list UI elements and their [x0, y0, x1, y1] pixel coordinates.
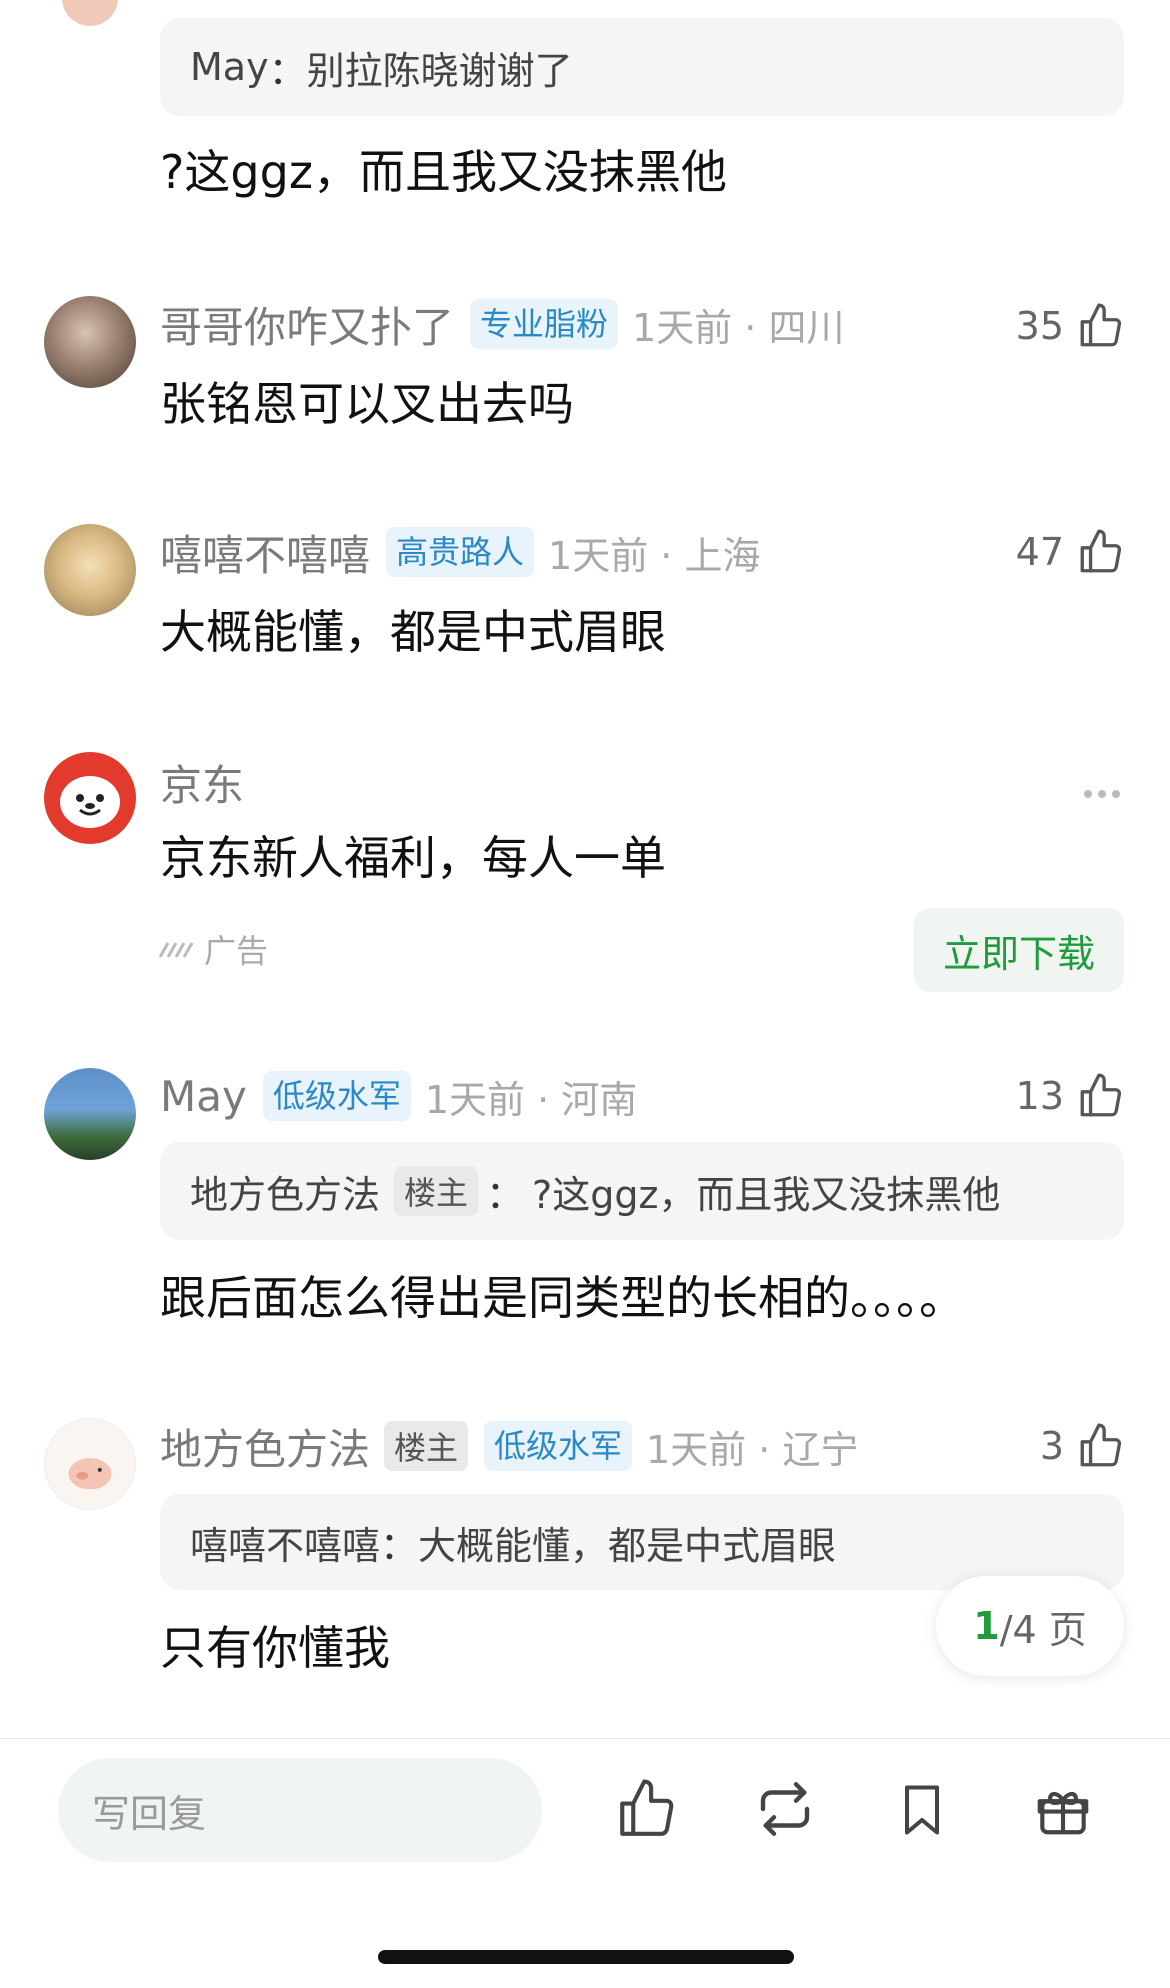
advertiser-name[interactable]: 京东: [160, 752, 244, 813]
comment-header: 嘻嘻不嘻嘻 高贵路人 1天前 · 上海: [160, 522, 760, 582]
comment-header: 哥哥你咋又扑了 专业脂粉 1天前 · 四川: [160, 294, 844, 354]
comment-text: ?这ggz，而且我又没抹黑他: [160, 145, 727, 199]
reply-placeholder: 写回复: [92, 1791, 207, 1836]
thumb-up-icon[interactable]: [1076, 301, 1126, 351]
quoted-text: 大概能懂，都是中式眉眼: [418, 1523, 837, 1568]
quoted-text: ?这ggz，而且我又没抹黑他: [532, 1172, 1001, 1217]
avatar[interactable]: [44, 1068, 136, 1160]
ad-logo-icon: [158, 942, 194, 958]
quoted-user[interactable]: May: [190, 45, 269, 89]
avatar[interactable]: [44, 296, 136, 388]
like-button[interactable]: 3: [1040, 1416, 1126, 1476]
comment-header: 地方色方法 楼主 低级水军 1天前 · 辽宁: [160, 1416, 858, 1476]
comment-header: May 低级水军 1天前 · 河南: [160, 1066, 637, 1126]
quote-separator: ：: [486, 1172, 525, 1217]
timestamp-location: 1天前 · 四川: [632, 305, 845, 350]
quoted-reply[interactable]: May ： 别拉陈晓谢谢了: [160, 18, 1124, 116]
comment-text: 大概能懂，都是中式眉眼: [160, 605, 666, 659]
jd-mascot-icon: [60, 776, 120, 828]
username[interactable]: 地方色方法: [160, 1416, 370, 1477]
comment-text: 只有你懂我: [160, 1621, 390, 1675]
like-button[interactable]: 13: [1016, 1066, 1126, 1126]
bookmark-icon[interactable]: [892, 1780, 952, 1840]
comment-text: 跟后面怎么得出是同类型的长相的。。。。: [160, 1271, 965, 1325]
like-count: 47: [1015, 530, 1064, 574]
timestamp-location: 1天前 · 河南: [424, 1077, 638, 1122]
fan-badge: 高贵路人: [386, 527, 535, 577]
like-count: 13: [1015, 1074, 1064, 1118]
comment-text: 张铭恩可以叉出去吗: [160, 377, 574, 431]
quoted-user[interactable]: 嘻嘻不嘻嘻: [190, 1515, 380, 1570]
quoted-text: 别拉陈晓谢谢了: [306, 48, 573, 93]
ad-text[interactable]: 京东新人福利，每人一单: [160, 822, 666, 888]
quoted-reply[interactable]: 地方色方法 楼主 ： ?这ggz，而且我又没抹黑他: [160, 1142, 1124, 1240]
repost-icon[interactable]: [752, 1776, 818, 1842]
download-button[interactable]: 立即下载: [914, 908, 1124, 992]
thumb-up-icon[interactable]: [614, 1776, 680, 1842]
fan-badge: 低级水军: [484, 1421, 633, 1471]
thumb-up-icon[interactable]: [1076, 527, 1126, 577]
quote-separator: ：: [268, 48, 307, 93]
timestamp-location: 1天前 · 辽宁: [646, 1427, 859, 1472]
reply-input[interactable]: 写回复: [58, 1758, 542, 1862]
divider: [0, 1738, 1170, 1739]
avatar-partial[interactable]: [62, 0, 118, 26]
quote-separator: ：: [380, 1523, 419, 1568]
current-page: 1: [973, 1604, 1000, 1648]
total-pages: /4 页: [999, 1607, 1087, 1652]
username[interactable]: 哥哥你咋又扑了: [160, 294, 454, 355]
timestamp-location: 1天前 · 上海: [548, 533, 761, 578]
like-count: 3: [1039, 1424, 1064, 1468]
like-count: 35: [1015, 304, 1064, 348]
page-indicator[interactable]: 1 /4 页: [936, 1576, 1124, 1676]
like-button[interactable]: 47: [1016, 522, 1126, 582]
ad-label: 广告: [158, 926, 268, 972]
pig-icon: [68, 1458, 112, 1490]
avatar[interactable]: [44, 524, 136, 616]
home-indicator[interactable]: [378, 1950, 794, 1964]
thumb-up-icon[interactable]: [1076, 1071, 1126, 1121]
quoted-user[interactable]: 地方色方法: [190, 1164, 380, 1219]
ad-header: 京东: [160, 752, 244, 812]
username[interactable]: May: [160, 1072, 247, 1121]
fan-badge: 低级水军: [262, 1071, 411, 1121]
gift-icon[interactable]: [1032, 1778, 1094, 1840]
ad-tag: 广告: [204, 932, 269, 970]
op-tag: 楼主: [384, 1421, 469, 1471]
username[interactable]: 嘻嘻不嘻嘻: [160, 522, 370, 583]
advertiser-avatar[interactable]: [44, 752, 136, 844]
thumb-up-icon[interactable]: [1076, 1421, 1126, 1471]
op-tag: 楼主: [394, 1166, 479, 1216]
fan-badge: 专业脂粉: [470, 299, 619, 349]
avatar[interactable]: [44, 1418, 136, 1510]
like-button[interactable]: 35: [1016, 296, 1126, 356]
more-icon[interactable]: [1084, 790, 1120, 798]
